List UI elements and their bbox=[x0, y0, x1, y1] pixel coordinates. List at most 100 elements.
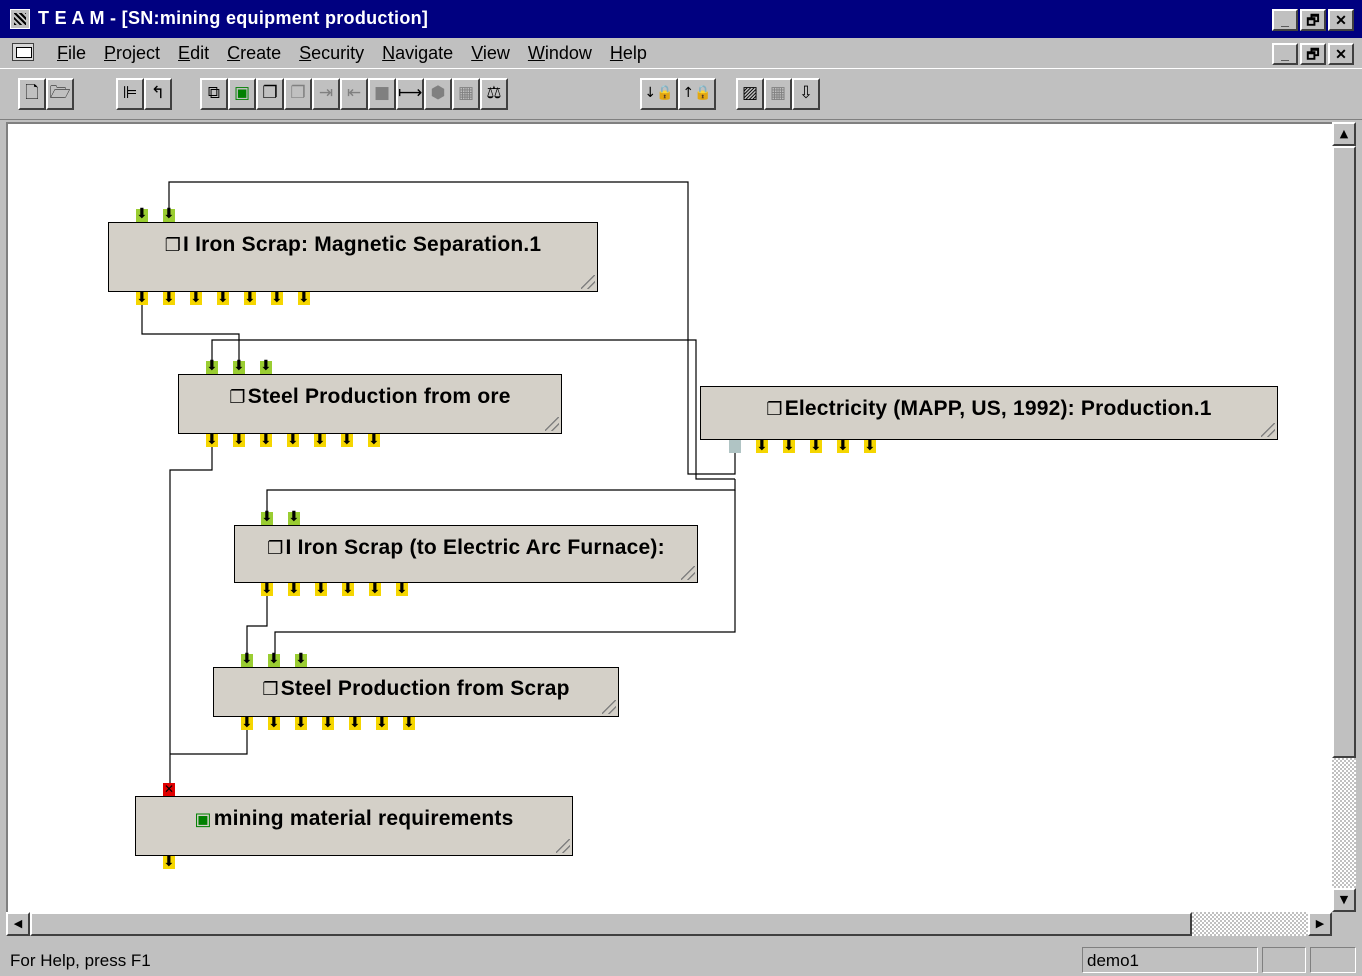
menu-view[interactable]: View bbox=[462, 42, 519, 64]
resize-grip[interactable] bbox=[602, 700, 616, 714]
menu-security[interactable]: Security bbox=[290, 42, 373, 64]
output-port[interactable] bbox=[322, 714, 334, 732]
process-node-steel-from-ore[interactable]: ❐Steel Production from ore bbox=[178, 374, 562, 434]
stack-icon[interactable]: ❐ bbox=[256, 78, 284, 110]
process-node-iron-scrap-eaf[interactable]: ❐I Iron Scrap (to Electric Arc Furnace): bbox=[234, 525, 698, 583]
add-module-icon[interactable]: ▣ bbox=[228, 78, 256, 110]
output-port[interactable] bbox=[810, 437, 822, 455]
resize-grip[interactable] bbox=[581, 275, 595, 289]
output-port[interactable] bbox=[241, 714, 253, 732]
output-port[interactable] bbox=[295, 714, 307, 732]
lock-down-icon[interactable]: ↓🔒 bbox=[640, 78, 678, 110]
input-port[interactable] bbox=[260, 357, 272, 375]
process-node-electricity[interactable]: ❐Electricity (MAPP, US, 1992): Productio… bbox=[700, 386, 1278, 440]
vertical-scroll-thumb[interactable] bbox=[1332, 146, 1356, 758]
calculator-icon[interactable]: ▦ bbox=[452, 78, 480, 110]
output-port[interactable] bbox=[396, 580, 408, 598]
doc-restore-button[interactable]: 🗗 bbox=[1300, 43, 1326, 65]
output-port[interactable] bbox=[206, 431, 218, 449]
down-arrow-icon[interactable]: ⇩ bbox=[792, 78, 820, 110]
arrow-in-icon[interactable]: ⇥ bbox=[312, 78, 340, 110]
model-canvas[interactable]: ❐I Iron Scrap: Magnetic Separation.1 ❐St… bbox=[6, 122, 1332, 912]
menu-navigate[interactable]: Navigate bbox=[373, 42, 462, 64]
chart-icon[interactable]: ▨ bbox=[736, 78, 764, 110]
doc-minimize-button[interactable]: _ bbox=[1272, 43, 1298, 65]
process-node-steel-from-scrap[interactable]: ❐Steel Production from Scrap bbox=[213, 667, 619, 717]
scroll-up-icon[interactable]: ▲ bbox=[1332, 122, 1356, 146]
balance-icon[interactable]: ⚖ bbox=[480, 78, 508, 110]
import-module-icon[interactable]: ⧉ bbox=[200, 78, 228, 110]
output-port[interactable] bbox=[315, 580, 327, 598]
menu-file[interactable]: File bbox=[48, 42, 95, 64]
scroll-down-icon[interactable]: ▼ bbox=[1332, 888, 1356, 912]
output-port[interactable] bbox=[837, 437, 849, 455]
input-port[interactable] bbox=[206, 357, 218, 375]
output-port[interactable] bbox=[298, 289, 310, 307]
doc-close-button[interactable]: ✕ bbox=[1328, 43, 1354, 65]
lock-up-icon[interactable]: ↑🔒 bbox=[678, 78, 716, 110]
output-port[interactable] bbox=[260, 431, 272, 449]
output-port[interactable] bbox=[368, 431, 380, 449]
resize-grip[interactable] bbox=[556, 839, 570, 853]
resize-grip[interactable] bbox=[545, 417, 559, 431]
document-icon[interactable] bbox=[12, 43, 34, 61]
minimize-button[interactable]: _ bbox=[1272, 9, 1298, 31]
grid-icon[interactable]: ▦ bbox=[764, 78, 792, 110]
input-port[interactable] bbox=[241, 650, 253, 668]
input-port[interactable] bbox=[288, 508, 300, 526]
input-port[interactable] bbox=[268, 650, 280, 668]
menu-edit[interactable]: Edit bbox=[169, 42, 218, 64]
input-port[interactable] bbox=[233, 357, 245, 375]
menu-help[interactable]: Help bbox=[601, 42, 656, 64]
output-port[interactable] bbox=[287, 431, 299, 449]
scroll-left-icon[interactable]: ◀ bbox=[6, 912, 30, 936]
output-port[interactable] bbox=[349, 714, 361, 732]
close-button[interactable]: ✕ bbox=[1328, 9, 1354, 31]
menu-window[interactable]: Window bbox=[519, 42, 601, 64]
output-port[interactable] bbox=[864, 437, 876, 455]
app-icon[interactable] bbox=[10, 9, 30, 29]
resize-grip[interactable] bbox=[681, 566, 695, 580]
block-icon[interactable]: ■ bbox=[368, 78, 396, 110]
arrow-out-icon[interactable]: ⇤ bbox=[340, 78, 368, 110]
tree-view-icon[interactable]: ⊫ bbox=[116, 78, 144, 110]
output-port[interactable] bbox=[756, 437, 768, 455]
input-port-error[interactable] bbox=[163, 780, 175, 798]
output-port[interactable] bbox=[341, 431, 353, 449]
process-node-iron-scrap-magnetic[interactable]: ❐I Iron Scrap: Magnetic Separation.1 bbox=[108, 222, 598, 292]
horizontal-scroll-thumb[interactable] bbox=[30, 912, 1192, 936]
output-port[interactable] bbox=[163, 853, 175, 871]
output-port[interactable] bbox=[376, 714, 388, 732]
hex-icon[interactable]: ⬢ bbox=[424, 78, 452, 110]
input-port[interactable] bbox=[163, 205, 175, 223]
output-port[interactable] bbox=[403, 714, 415, 732]
output-port[interactable] bbox=[288, 580, 300, 598]
output-port[interactable] bbox=[233, 431, 245, 449]
connect-icon[interactable]: ⟼ bbox=[396, 78, 424, 110]
restore-button[interactable]: 🗗 bbox=[1300, 9, 1326, 31]
vertical-scrollbar[interactable]: ▲ ▼ bbox=[1332, 122, 1356, 912]
new-document-icon[interactable]: 🗋 bbox=[18, 78, 46, 110]
output-port[interactable] bbox=[190, 289, 202, 307]
horizontal-scrollbar[interactable]: ◀ ▶ bbox=[6, 912, 1332, 936]
output-port[interactable] bbox=[268, 714, 280, 732]
output-port[interactable] bbox=[729, 440, 741, 453]
scroll-right-icon[interactable]: ▶ bbox=[1308, 912, 1332, 936]
output-port[interactable] bbox=[369, 580, 381, 598]
goal-node-mining-material[interactable]: ▣mining material requirements bbox=[135, 796, 573, 856]
output-port[interactable] bbox=[244, 289, 256, 307]
output-port[interactable] bbox=[217, 289, 229, 307]
output-port[interactable] bbox=[271, 289, 283, 307]
up-level-icon[interactable]: ↰ bbox=[144, 78, 172, 110]
menu-project[interactable]: Project bbox=[95, 42, 169, 64]
stack-disabled-icon[interactable]: ❐ bbox=[284, 78, 312, 110]
output-port[interactable] bbox=[163, 289, 175, 307]
output-port[interactable] bbox=[783, 437, 795, 455]
output-port[interactable] bbox=[261, 580, 273, 598]
output-port[interactable] bbox=[314, 431, 326, 449]
menu-create[interactable]: Create bbox=[218, 42, 290, 64]
input-port[interactable] bbox=[136, 205, 148, 223]
input-port[interactable] bbox=[295, 650, 307, 668]
output-port[interactable] bbox=[136, 289, 148, 307]
resize-grip[interactable] bbox=[1261, 423, 1275, 437]
